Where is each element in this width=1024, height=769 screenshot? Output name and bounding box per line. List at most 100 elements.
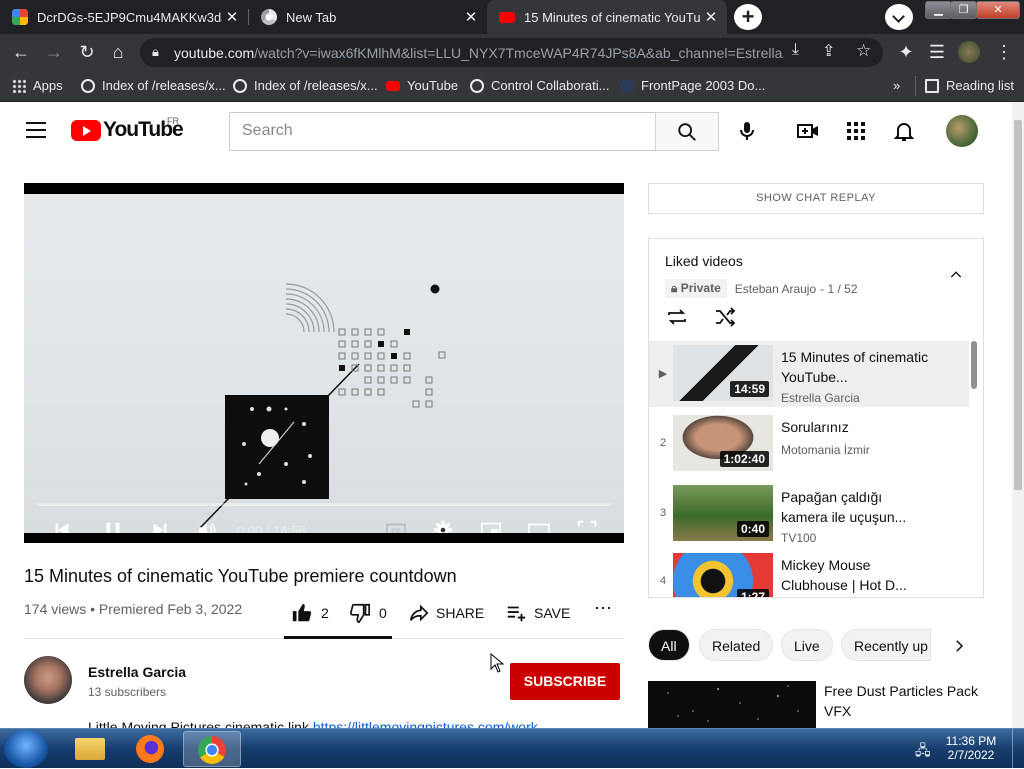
youtube-logo[interactable]: YouTube FR	[71, 116, 184, 141]
recommended-thumbnail[interactable]	[648, 681, 816, 728]
extensions-icon[interactable]: ✦	[895, 41, 917, 63]
bookmark-frontpage[interactable]: FrontPage 2003 Do...	[620, 78, 765, 93]
chip-live[interactable]: Live	[781, 629, 833, 661]
playlist-item[interactable]: 4 1:27 Mickey Mouse Clubhouse | Hot D...	[649, 549, 969, 597]
dislike-button[interactable]: 0	[349, 602, 387, 624]
apps-grid-icon[interactable]	[844, 119, 868, 143]
theater-mode-icon[interactable]	[528, 519, 550, 533]
next-icon[interactable]	[149, 519, 171, 533]
progress-bar[interactable]	[37, 503, 611, 506]
new-tab-button[interactable]: +	[734, 4, 762, 30]
scrollbar-thumb[interactable]	[1014, 120, 1022, 490]
address-bar[interactable]: 🔒︎ youtube.com/watch?v=iwax6fKMlhM&list=…	[140, 38, 883, 67]
video-frame[interactable]: 0:00 / 14:58 CC	[24, 194, 624, 533]
search-input[interactable]: Search	[229, 112, 656, 151]
hamburger-menu-icon[interactable]	[26, 122, 46, 138]
recommended-title[interactable]: Free Dust Particles Pack VFX	[824, 681, 984, 721]
playlist-position: - 1 / 52	[820, 281, 858, 296]
like-button[interactable]: 2	[291, 602, 329, 624]
close-tab-icon[interactable]: ✕	[461, 8, 481, 26]
bookmark-youtube[interactable]: YouTube	[386, 78, 458, 93]
playlist-item[interactable]: 3 0:40 Papağan çaldığı kamera ile uçuşun…	[649, 481, 969, 547]
reload-icon[interactable]: ↻	[76, 41, 98, 63]
bookmark-control-collab[interactable]: Control Collaborati...	[470, 78, 610, 93]
bookmark-index-2[interactable]: Index of /releases/x...	[233, 78, 378, 93]
more-actions-button[interactable]: ⋯	[594, 598, 612, 619]
file-explorer-button[interactable]	[61, 731, 119, 767]
show-chat-replay-button[interactable]: SHOW CHAT REPLAY	[648, 183, 984, 214]
system-clock[interactable]: 11:36 PM 2/7/2022	[940, 734, 1002, 762]
miniplayer-icon[interactable]	[480, 519, 502, 533]
account-avatar[interactable]	[946, 115, 978, 147]
youtube-header: YouTube FR Search	[0, 102, 1012, 159]
channel-name[interactable]: Estrella Garcia	[88, 664, 186, 680]
video-player[interactable]: 0:00 / 14:58 CC	[24, 183, 624, 543]
browser-tab-2[interactable]: New Tab ✕	[249, 0, 487, 34]
previous-icon[interactable]	[51, 519, 73, 533]
url-text[interactable]: youtube.com/watch?v=iwax6fKMlhM&list=LLU…	[174, 45, 784, 61]
browser-toolbar: ← → ↻ ⌂ 🔒︎ youtube.com/watch?v=iwax6fKMl…	[0, 34, 1024, 70]
shuffle-icon[interactable]	[713, 305, 737, 329]
bookmark-star-icon[interactable]: ☆	[856, 41, 871, 61]
tab-search-button[interactable]	[885, 4, 913, 30]
browser-tab-strip: DcrDGs-5EJP9Cmu4MAKKw3dJar ✕ New Tab ✕ 1…	[0, 0, 1024, 34]
firefox-button[interactable]	[122, 731, 180, 767]
video-thumbnail[interactable]: 1:02:40	[673, 415, 773, 471]
show-desktop-button[interactable]	[1012, 729, 1024, 769]
back-icon[interactable]: ←	[10, 41, 32, 63]
svg-text:CC: CC	[391, 528, 401, 533]
lock-icon[interactable]: 🔒︎	[152, 44, 159, 60]
page-scrollbar[interactable]	[1012, 102, 1024, 728]
collapse-chevron-icon[interactable]	[948, 267, 964, 283]
player-controls: 0:00 / 14:58 CC	[24, 514, 624, 533]
browser-tab-3[interactable]: 15 Minutes of cinematic YouTube ✕	[487, 0, 727, 34]
microphone-icon[interactable]	[735, 119, 759, 143]
save-button[interactable]: SAVE	[505, 602, 570, 624]
chrome-icon	[198, 736, 226, 764]
chip-related[interactable]: Related	[699, 629, 774, 661]
close-tab-icon[interactable]: ✕	[222, 8, 242, 26]
settings-gear-icon[interactable]	[432, 519, 454, 533]
playlist-item[interactable]: ▶ 14:59 15 Minutes of cinematic YouTube.…	[649, 341, 969, 407]
video-thumbnail[interactable]: 0:40	[673, 485, 773, 541]
bookmark-index-1[interactable]: Index of /releases/x...	[81, 78, 226, 93]
playlist-item[interactable]: 2 1:02:40 Sorularınız Motomania İzmir	[649, 411, 969, 477]
playlist-owner[interactable]: Esteban Araujo	[735, 282, 816, 296]
create-video-icon[interactable]	[796, 119, 820, 143]
home-icon[interactable]: ⌂	[107, 41, 129, 63]
playlist-title[interactable]: Liked videos	[665, 253, 743, 269]
video-thumbnail[interactable]: 1:27	[673, 553, 773, 597]
video-thumbnail[interactable]: 14:59	[673, 345, 773, 401]
browser-tab-1[interactable]: DcrDGs-5EJP9Cmu4MAKKw3dJar ✕	[0, 0, 248, 34]
share-page-icon[interactable]: ⇪	[822, 41, 835, 61]
install-icon[interactable]: ⤓	[792, 41, 799, 59]
profile-avatar-icon[interactable]	[958, 41, 980, 63]
captions-icon[interactable]: CC	[385, 519, 407, 533]
minimize-button[interactable]: ▁	[925, 1, 952, 19]
loop-icon[interactable]	[665, 305, 689, 329]
bookmark-apps[interactable]: Apps	[12, 78, 63, 93]
subscribe-button[interactable]: SUBSCRIBE	[510, 663, 620, 700]
close-window-button[interactable]: ✕	[976, 1, 1020, 19]
maximize-button[interactable]: ❐	[950, 1, 977, 19]
search-button[interactable]	[655, 112, 719, 151]
chip-recently-uploaded[interactable]: Recently up	[841, 629, 931, 661]
network-icon[interactable]: 🖧︎	[915, 740, 931, 764]
pause-icon[interactable]	[102, 519, 124, 533]
reading-list-button[interactable]: Reading list	[925, 78, 1014, 93]
media-control-icon[interactable]: ☰	[926, 41, 948, 63]
forward-icon[interactable]: →	[43, 41, 65, 63]
notifications-bell-icon[interactable]	[892, 119, 916, 143]
channel-avatar[interactable]	[24, 656, 72, 704]
close-tab-icon[interactable]: ✕	[701, 8, 721, 26]
chip-all[interactable]: All	[648, 629, 690, 661]
share-button[interactable]: SHARE	[408, 602, 484, 624]
chrome-menu-icon[interactable]: ⋮	[993, 41, 1015, 63]
start-button[interactable]	[4, 730, 48, 768]
chrome-taskbar-button[interactable]	[183, 731, 241, 767]
playlist-scrollbar-thumb[interactable]	[971, 341, 977, 389]
fullscreen-icon[interactable]	[576, 519, 598, 533]
bookmarks-overflow-button[interactable]: »	[893, 78, 900, 93]
volume-icon[interactable]	[196, 519, 218, 533]
chevron-right-icon[interactable]	[950, 637, 968, 655]
